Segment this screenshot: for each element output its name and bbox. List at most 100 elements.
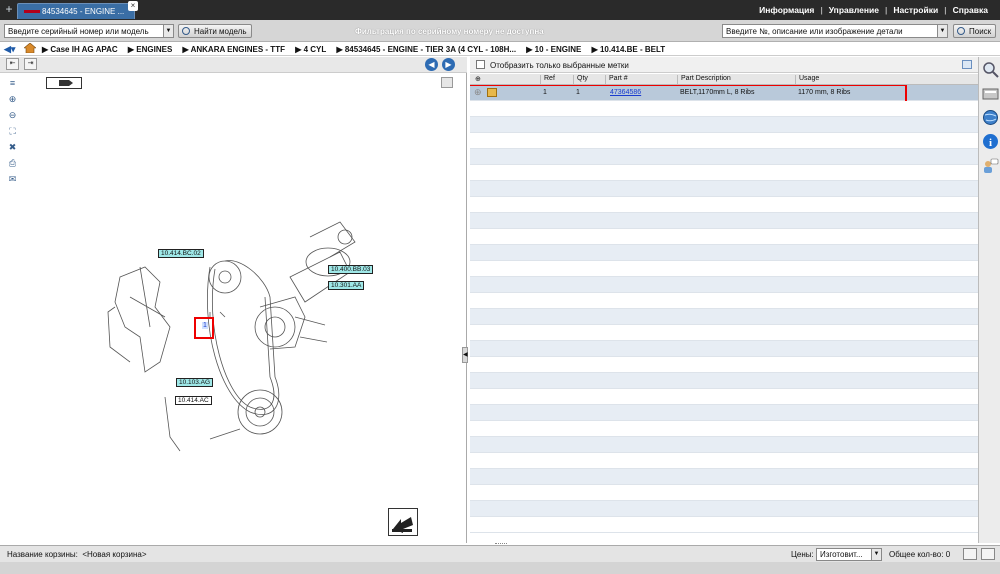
expand-right-icon[interactable]: ⇥ xyxy=(24,58,37,70)
table-row xyxy=(470,309,978,325)
brand-logo xyxy=(24,10,40,13)
clear-icon[interactable]: ✖ xyxy=(6,141,19,153)
parts-pane: Отобразить только выбранные метки ⊕ Ref … xyxy=(470,57,978,543)
fit-icon[interactable]: ⛶ xyxy=(6,125,19,137)
table-row xyxy=(470,421,978,437)
status-bar: Название корзины: <Новая корзина> Цены: … xyxy=(0,545,1000,562)
zoom-out-icon[interactable]: ⊖ xyxy=(6,109,19,121)
diagram-option-icon[interactable] xyxy=(441,77,453,88)
callout-10-301-aa[interactable]: 10.301.AA xyxy=(328,281,365,290)
table-row xyxy=(470,277,978,293)
export-icon[interactable] xyxy=(962,60,972,69)
cart-print-icon[interactable] xyxy=(981,548,995,560)
user-chat-icon[interactable] xyxy=(982,157,999,174)
cart-view-icon[interactable] xyxy=(963,548,977,560)
part-search-input[interactable]: Введите №, описание или изображение дета… xyxy=(722,24,948,38)
globe-icon[interactable] xyxy=(982,109,999,126)
callout-10-400-bb-03[interactable]: 10.400.BB.03 xyxy=(328,265,374,274)
serial-input[interactable]: Введите серийный номер или модель ▼ xyxy=(4,24,174,38)
crumb-5[interactable]: ▶ 84534645 - ENGINE - TIER 3A (4 CYL - 1… xyxy=(336,45,520,54)
menu-help[interactable]: Справка xyxy=(947,5,994,15)
part-search-text: Введите №, описание или изображение дета… xyxy=(726,27,903,36)
tab-close-icon[interactable]: × xyxy=(128,1,138,11)
table-row xyxy=(470,357,978,373)
table-row xyxy=(470,373,978,389)
table-row xyxy=(470,149,978,165)
table-row xyxy=(470,261,978,277)
show-selected-label: Отобразить только выбранные метки xyxy=(490,61,629,70)
select-all-icon[interactable]: ⊕ xyxy=(472,75,486,85)
callout-10-414-bc-02[interactable]: 10.414.BC.02 xyxy=(158,249,204,258)
tab-label: 84534645 - ENGINE ... xyxy=(42,7,125,16)
next-diagram-icon[interactable] xyxy=(388,508,418,536)
view-tag xyxy=(46,77,82,89)
info-icon[interactable]: i xyxy=(982,133,999,150)
prev-page-icon[interactable]: ◀ xyxy=(425,58,438,71)
belt-diagram xyxy=(107,221,356,452)
search-icon xyxy=(182,27,190,35)
basket-name[interactable]: <Новая корзина> xyxy=(82,550,146,559)
parts-table-header: ⊕ Ref Qty Part # Part Description Usage xyxy=(470,74,978,85)
table-row xyxy=(470,437,978,453)
col-usage[interactable]: Usage xyxy=(795,75,819,85)
basket-label: Название корзины: xyxy=(7,550,78,559)
new-tab-button[interactable]: + xyxy=(3,3,15,15)
table-row xyxy=(470,517,978,533)
table-row xyxy=(470,405,978,421)
list-icon[interactable]: ≡ xyxy=(6,77,19,89)
prices-select[interactable]: Изготовит... ▼ xyxy=(816,548,882,561)
table-row[interactable]: ⊕ 1 1 47364586 BELT,1170mm L, 8 Ribs 117… xyxy=(470,85,978,106)
hotspot-label: 1 xyxy=(202,322,208,329)
hotspot-ref-1[interactable]: 1 xyxy=(194,317,214,339)
menu-info[interactable]: Информация xyxy=(753,5,820,15)
show-selected-checkbox[interactable] xyxy=(476,60,485,69)
table-row xyxy=(470,325,978,341)
table-row xyxy=(470,101,978,117)
next-page-icon[interactable]: ▶ xyxy=(442,58,455,71)
svg-text:i: i xyxy=(989,137,992,149)
table-row xyxy=(470,469,978,485)
parts-toolbar: Отобразить только выбранные метки xyxy=(470,57,978,73)
col-qty[interactable]: Qty xyxy=(573,75,588,85)
callout-10-414-ac[interactable]: 10.414.AC xyxy=(175,396,212,405)
crumb-3[interactable]: ▶ ANKARA ENGINES - TTF xyxy=(183,45,289,54)
crumb-7[interactable]: ▶ 10.414.BE - BELT xyxy=(592,45,670,54)
zoom-in-icon[interactable]: ⊕ xyxy=(6,93,19,105)
search-button[interactable]: Поиск xyxy=(953,24,997,38)
crumb-2[interactable]: ▶ ENGINES xyxy=(128,45,176,54)
table-row xyxy=(470,165,978,181)
top-bar: + 84534645 - ENGINE ... × Информация | Уп… xyxy=(0,0,1000,20)
find-model-button[interactable]: Найти модель xyxy=(178,24,252,38)
col-part[interactable]: Part # xyxy=(605,75,628,85)
table-row xyxy=(470,453,978,469)
print-icon[interactable]: ⎙ xyxy=(6,157,19,169)
crumb-6[interactable]: ▶ 10 - ENGINE xyxy=(526,45,585,54)
parts-table-body: ⊕ 1 1 47364586 BELT,1170mm L, 8 Ribs 117… xyxy=(470,85,978,543)
email-icon[interactable]: ✉ xyxy=(6,173,19,185)
col-ref[interactable]: Ref xyxy=(540,75,555,85)
chevron-down-icon[interactable]: ▼ xyxy=(871,549,881,560)
back-arrow-icon[interactable]: ◀▾ xyxy=(4,44,15,55)
total-label: Общее кол-во: xyxy=(889,550,944,559)
table-row xyxy=(470,389,978,405)
tab-engine[interactable]: 84534645 - ENGINE ... × xyxy=(17,1,138,19)
crumb-4[interactable]: ▶ 4 CYL xyxy=(295,45,330,54)
filter-message: Фильтрация по серийному номеру не доступ… xyxy=(355,27,544,36)
breadcrumb: ◀▾ ▶ Case IH AG APAC ▶ ENGINES ▶ ANKARA … xyxy=(0,42,1000,56)
parts-list-icon[interactable] xyxy=(982,85,999,102)
expand-left-icon[interactable]: ⇤ xyxy=(6,58,19,70)
menu-manage[interactable]: Управление xyxy=(823,5,885,15)
table-row xyxy=(470,213,978,229)
menu-settings[interactable]: Настройки xyxy=(887,5,944,15)
col-description[interactable]: Part Description xyxy=(677,75,731,85)
search-icon[interactable] xyxy=(982,61,999,78)
collapse-pane-handle[interactable]: ◀ xyxy=(462,347,468,363)
diagram-tools: ≡ ⊕ ⊖ ⛶ ✖ ⎙ ✉ xyxy=(6,77,22,189)
table-row xyxy=(470,341,978,357)
chevron-down-icon[interactable]: ▼ xyxy=(163,25,173,37)
crumb-1[interactable]: ▶ Case IH AG APAC xyxy=(42,45,122,54)
chevron-down-icon[interactable]: ▼ xyxy=(937,25,947,37)
home-icon[interactable] xyxy=(24,43,36,53)
callout-10-103-ag[interactable]: 10.103.AG xyxy=(176,378,214,387)
search-icon xyxy=(957,27,965,35)
